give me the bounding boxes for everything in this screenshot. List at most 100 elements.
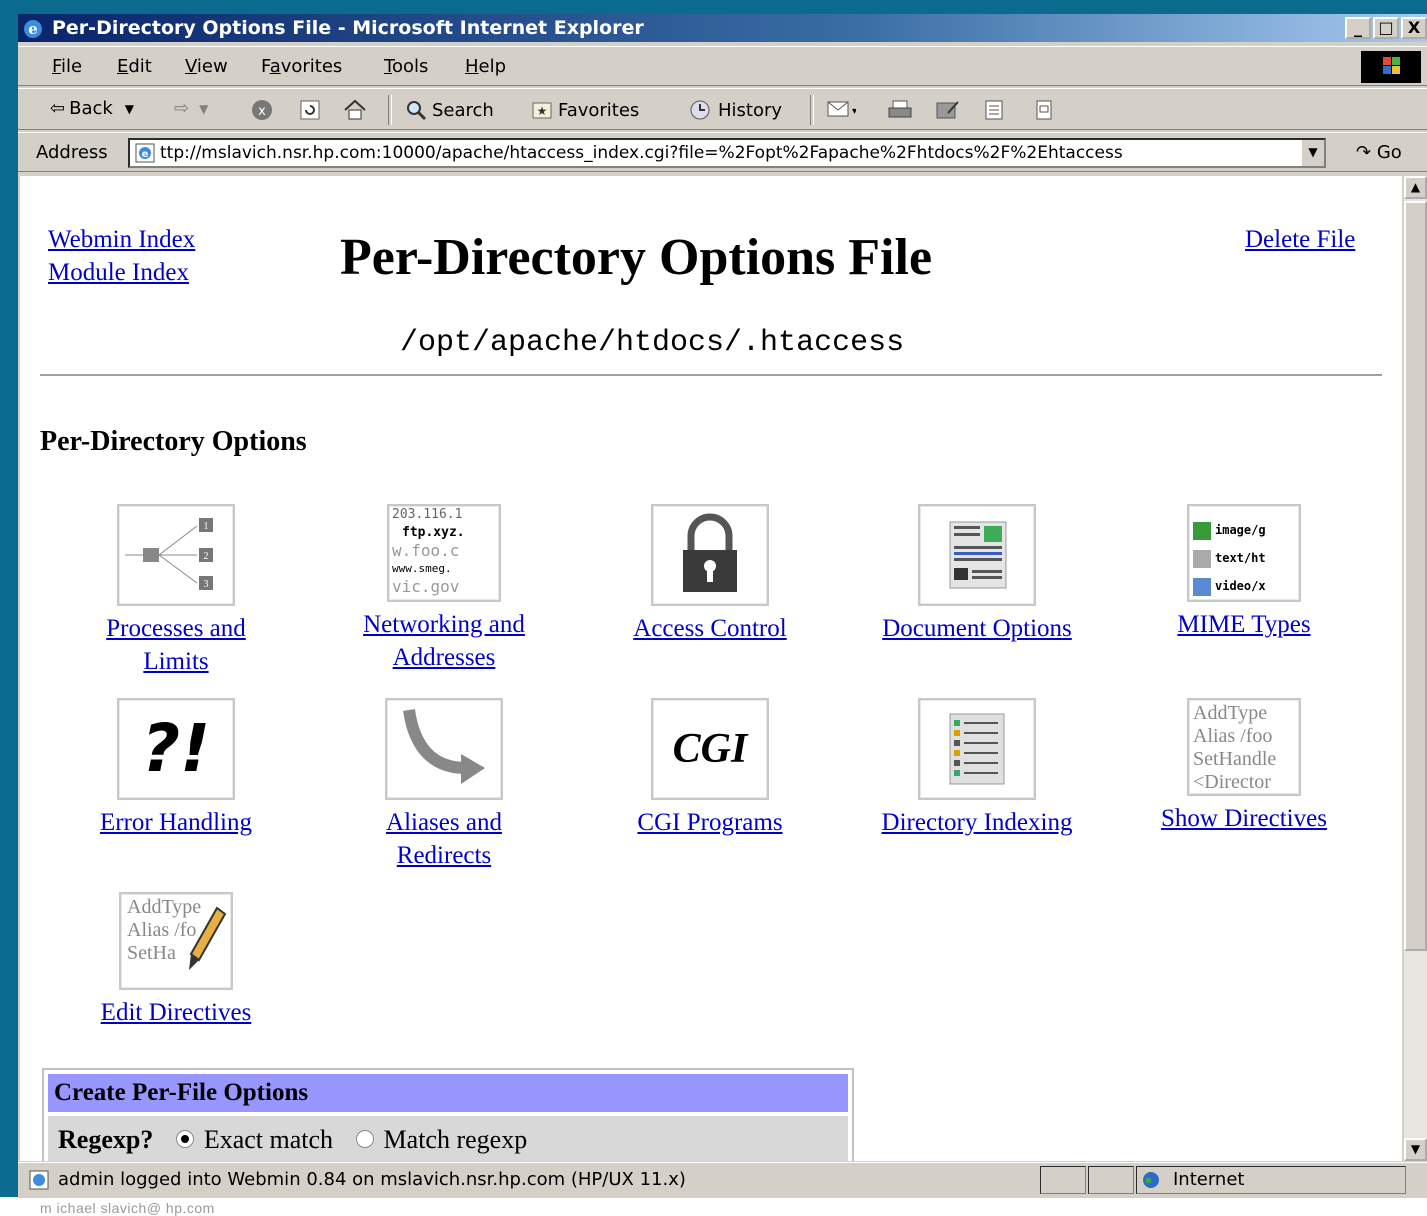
windows-logo-icon bbox=[1361, 51, 1421, 83]
menu-help[interactable]: Help bbox=[465, 56, 506, 77]
delete-file-link[interactable]: Delete File bbox=[1245, 226, 1355, 254]
document-options-link[interactable]: Document Options bbox=[882, 615, 1072, 642]
back-arrow-icon: ⇦ bbox=[50, 98, 66, 119]
address-dropdown-button[interactable]: ▼ bbox=[1300, 140, 1324, 166]
home-icon bbox=[344, 99, 366, 120]
cgi-icon[interactable]: CGI bbox=[651, 698, 769, 800]
option-error-handling[interactable]: ?! Error Handling bbox=[46, 698, 306, 839]
messenger-icon bbox=[1036, 100, 1052, 120]
option-directory-indexing[interactable]: Directory Indexing bbox=[847, 698, 1107, 839]
section-title: Per-Directory Options bbox=[40, 426, 307, 457]
option-networking-addresses[interactable]: 203.116.1 ftp.xyz. w.foo.c www.smeg. vic… bbox=[314, 504, 574, 674]
show-directives-link[interactable]: Show Directives bbox=[1161, 805, 1327, 832]
option-edit-directives[interactable]: AddType Alias /fo SetHa Edit Directives bbox=[46, 892, 306, 1029]
edit-button[interactable] bbox=[934, 98, 962, 122]
refresh-button[interactable] bbox=[298, 98, 322, 122]
forward-arrow-icon: ⇨ bbox=[174, 98, 190, 119]
back-button[interactable]: ⇦ Back ▼ bbox=[50, 98, 134, 119]
edit-directives-icon[interactable]: AddType Alias /fo SetHa bbox=[119, 892, 233, 990]
refresh-icon bbox=[300, 100, 320, 120]
menu-bar: File Edit View Favorites Tools Help bbox=[18, 46, 1427, 86]
match-regexp-radio[interactable] bbox=[355, 1130, 374, 1149]
mime-types-icon[interactable]: image/g text/ht video/x bbox=[1187, 504, 1301, 602]
menu-file[interactable]: File bbox=[52, 56, 82, 77]
svg-text:e: e bbox=[28, 20, 38, 38]
option-cgi-programs[interactable]: CGI CGI Programs bbox=[580, 698, 840, 839]
search-icon bbox=[407, 101, 427, 121]
go-button[interactable]: ↷ Go bbox=[1356, 142, 1402, 163]
cgi-programs-link[interactable]: CGI Programs bbox=[637, 809, 782, 836]
forward-button[interactable]: ⇨ ▼ bbox=[174, 98, 208, 119]
scroll-thumb[interactable] bbox=[1404, 201, 1427, 951]
browser-window: e Per-Directory Options File - Microsoft… bbox=[18, 14, 1427, 1198]
home-button[interactable] bbox=[342, 98, 368, 122]
directory-indexing-link[interactable]: Directory Indexing bbox=[882, 809, 1073, 836]
vertical-scrollbar[interactable]: ▲ ▼ bbox=[1404, 176, 1427, 1161]
svg-text:1: 1 bbox=[204, 521, 209, 532]
status-bar: admin logged into Webmin 0.84 on mslavic… bbox=[18, 1162, 1427, 1198]
title-bar[interactable]: e Per-Directory Options File - Microsoft… bbox=[18, 14, 1427, 42]
match-regexp-label[interactable]: Match regexp bbox=[384, 1125, 528, 1154]
messenger-button[interactable] bbox=[1032, 98, 1056, 122]
network-addresses-icon[interactable]: 203.116.1 ftp.xyz. w.foo.c www.smeg. vic… bbox=[387, 504, 501, 602]
directory-listing-icon[interactable] bbox=[918, 698, 1036, 800]
address-input[interactable]: e ttp://mslavich.nsr.hp.com:10000/apache… bbox=[128, 138, 1326, 168]
go-arrow-icon: ↷ bbox=[1356, 142, 1372, 163]
stop-button[interactable]: x bbox=[250, 98, 274, 122]
access-control-link[interactable]: Access Control bbox=[633, 615, 786, 642]
option-aliases-redirects[interactable]: Aliases and Redirects bbox=[314, 698, 574, 872]
stop-icon: x bbox=[252, 100, 272, 120]
processes-limits-link[interactable]: Processes and Limits bbox=[106, 615, 246, 675]
mail-button[interactable]: ▾ bbox=[826, 98, 856, 122]
scroll-down-button[interactable]: ▼ bbox=[1404, 1138, 1427, 1161]
discuss-icon bbox=[985, 100, 1003, 120]
menu-favorites[interactable]: Favorites bbox=[261, 56, 342, 77]
discuss-button[interactable] bbox=[982, 98, 1008, 122]
mime-types-link[interactable]: MIME Types bbox=[1177, 611, 1310, 638]
menu-tools[interactable]: Tools bbox=[384, 56, 428, 77]
svg-text:x: x bbox=[258, 104, 266, 119]
svg-text:2: 2 bbox=[204, 551, 209, 562]
search-button[interactable]: Search bbox=[404, 98, 494, 122]
favorites-button[interactable]: ★ Favorites bbox=[530, 98, 639, 122]
error-icon[interactable]: ?! bbox=[117, 698, 235, 800]
mail-icon: ▾ bbox=[827, 101, 856, 117]
option-document-options[interactable]: Document Options bbox=[847, 504, 1107, 645]
status-pane bbox=[1040, 1166, 1086, 1194]
webmin-index-link[interactable]: Webmin Index bbox=[48, 226, 195, 254]
module-index-link[interactable]: Module Index bbox=[48, 259, 189, 287]
redirect-arrow-icon[interactable] bbox=[385, 698, 503, 800]
option-show-directives[interactable]: AddType Alias /foo SetHandle <Director S… bbox=[1114, 698, 1374, 835]
svg-text:★: ★ bbox=[537, 104, 548, 118]
option-mime-types[interactable]: image/g text/ht video/x MIME Types bbox=[1114, 504, 1374, 641]
networking-addresses-link[interactable]: Networking and Addresses bbox=[363, 611, 525, 671]
close-button[interactable]: X bbox=[1401, 17, 1427, 39]
option-access-control[interactable]: Access Control bbox=[580, 504, 840, 645]
edit-page-icon bbox=[936, 101, 959, 119]
window-title: Per-Directory Options File - Microsoft I… bbox=[52, 17, 644, 39]
exact-match-label[interactable]: Exact match bbox=[204, 1125, 333, 1154]
page-title: Per-Directory Options File bbox=[340, 229, 933, 286]
svg-text:3: 3 bbox=[204, 579, 209, 590]
padlock-icon[interactable] bbox=[651, 504, 769, 606]
zone-pane: Internet bbox=[1136, 1166, 1406, 1194]
ie-icon: e bbox=[24, 20, 42, 38]
minimize-button[interactable]: _ bbox=[1345, 17, 1371, 39]
document-icon[interactable] bbox=[918, 504, 1036, 606]
scroll-up-button[interactable]: ▲ bbox=[1404, 176, 1427, 199]
print-button[interactable] bbox=[886, 98, 914, 122]
menu-view[interactable]: View bbox=[185, 56, 228, 77]
directives-text-icon[interactable]: AddType Alias /foo SetHandle <Director bbox=[1187, 698, 1301, 796]
toolbar: ⇦ Back ▼ ⇨ ▼ x Search ★ Favorites Histor… bbox=[18, 88, 1427, 130]
menu-edit[interactable]: Edit bbox=[117, 56, 152, 77]
status-text: admin logged into Webmin 0.84 on mslavic… bbox=[58, 1169, 686, 1190]
edit-directives-link[interactable]: Edit Directives bbox=[101, 999, 252, 1026]
process-tree-icon[interactable]: 1 2 3 bbox=[117, 504, 235, 606]
maximize-button[interactable]: □ bbox=[1373, 17, 1399, 39]
history-button[interactable]: History bbox=[686, 98, 782, 122]
aliases-redirects-link[interactable]: Aliases and Redirects bbox=[386, 809, 502, 869]
error-handling-link[interactable]: Error Handling bbox=[100, 809, 252, 836]
address-bar: Address e ttp://mslavich.nsr.hp.com:1000… bbox=[18, 132, 1427, 172]
exact-match-radio[interactable] bbox=[175, 1130, 194, 1149]
option-processes-limits[interactable]: 1 2 3 Processes and Limits bbox=[46, 504, 306, 678]
